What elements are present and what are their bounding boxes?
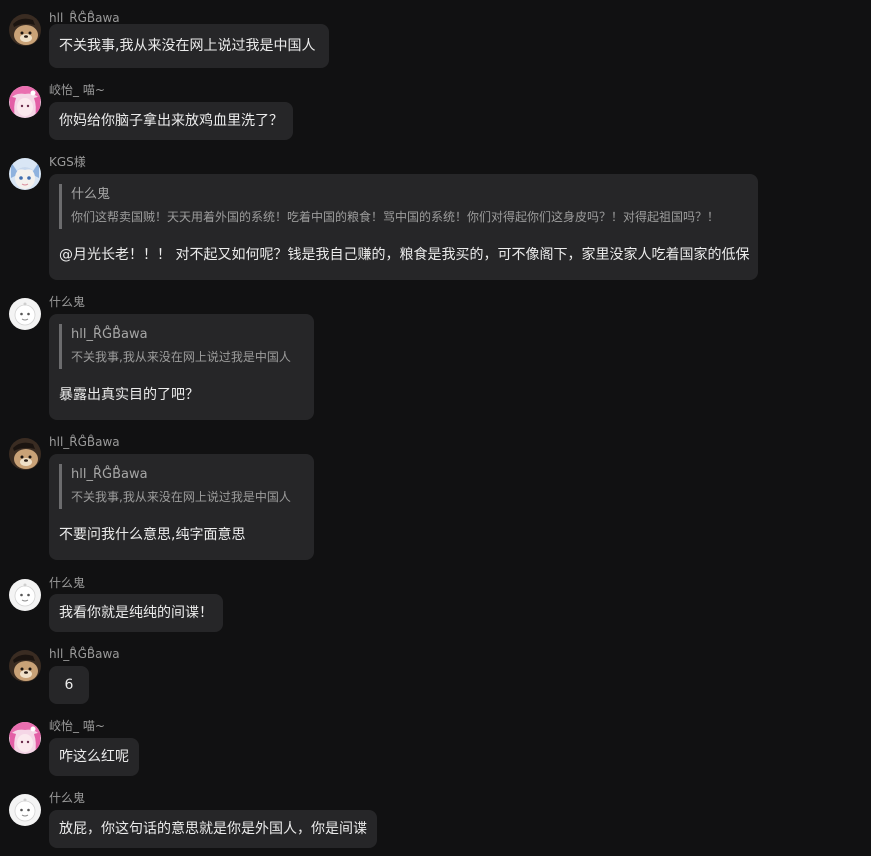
- message-text: 咋这么红呢: [59, 749, 129, 765]
- message-bubble[interactable]: 6: [49, 666, 89, 704]
- quoted-sender: hll_R̊G̊B̊awa: [71, 327, 148, 342]
- sender-name[interactable]: 什么鬼: [49, 576, 85, 590]
- avatar-kgs[interactable]: [9, 158, 41, 190]
- message-text: 不要问我什么意思,纯字面意思: [59, 527, 246, 543]
- avatar-hll[interactable]: [9, 14, 41, 46]
- message-text: 不关我事,我从来没在网上说过我是中国人: [59, 38, 316, 54]
- avatar-shenme[interactable]: [9, 298, 41, 330]
- avatar-shenme[interactable]: [9, 794, 41, 826]
- avatar-xiaoyi[interactable]: [9, 86, 41, 118]
- dog-avatar-icon: [9, 14, 41, 46]
- quoted-message[interactable]: 什么鬼 你们这帮卖国贼！天天用着外国的系统！吃着中国的粮食！骂中国的系统！你们对…: [59, 184, 748, 229]
- quoted-text: 不关我事,我从来没在网上说过我是中国人: [71, 490, 291, 504]
- avatar-shenme[interactable]: [9, 579, 41, 611]
- dog-avatar-icon: [9, 438, 41, 470]
- cartoon-face-avatar-icon: [9, 298, 41, 330]
- quoted-sender: hll_R̊G̊B̊awa: [71, 467, 148, 482]
- sender-name[interactable]: 峧怡_ 喵~: [49, 83, 105, 97]
- message-bubble-with-quote[interactable]: 什么鬼 你们这帮卖国贼！天天用着外国的系统！吃着中国的粮食！骂中国的系统！你们对…: [49, 174, 758, 280]
- sender-name[interactable]: hll_R̊G̊B̊awa: [49, 435, 120, 449]
- sender-name[interactable]: 峧怡_ 喵~: [49, 719, 105, 733]
- avatar-xiaoyi[interactable]: [9, 722, 41, 754]
- message-bubble[interactable]: 咋这么红呢: [49, 738, 139, 776]
- message-text: @月光长老！！！ 对不起又如何呢？钱是我自己赚的，粮食是我买的，可不像阁下，家里…: [59, 247, 750, 263]
- quoted-sender: 什么鬼: [71, 187, 111, 202]
- message-bubble[interactable]: 放屁，你这句话的意思就是你是外国人，你是间谍: [49, 810, 377, 848]
- quoted-text: 你们这帮卖国贼！天天用着外国的系统！吃着中国的粮食！骂中国的系统！你们对得起你们…: [71, 210, 720, 224]
- anime-girl-avatar-icon: [9, 86, 41, 118]
- avatar-hll[interactable]: [9, 438, 41, 470]
- quoted-message[interactable]: hll_R̊G̊B̊awa 不关我事,我从来没在网上说过我是中国人: [59, 324, 304, 369]
- sender-name[interactable]: hll_R̊G̊B̊awa: [49, 11, 120, 25]
- message-bubble-with-quote[interactable]: hll_R̊G̊B̊awa 不关我事,我从来没在网上说过我是中国人 不要问我什么…: [49, 454, 314, 560]
- cartoon-face-avatar-icon: [9, 794, 41, 826]
- sender-name[interactable]: hll_R̊G̊B̊awa: [49, 647, 120, 661]
- quoted-message[interactable]: hll_R̊G̊B̊awa 不关我事,我从来没在网上说过我是中国人: [59, 464, 304, 509]
- quoted-text: 不关我事,我从来没在网上说过我是中国人: [71, 350, 291, 364]
- sender-name[interactable]: KGS様: [49, 155, 86, 169]
- message-bubble-with-quote[interactable]: hll_R̊G̊B̊awa 不关我事,我从来没在网上说过我是中国人 暴露出真实目…: [49, 314, 314, 420]
- message-bubble[interactable]: 我看你就是纯纯的间谍！: [49, 594, 223, 632]
- anime-girl-avatar-icon: [9, 722, 41, 754]
- anime-character-avatar-icon: [9, 158, 41, 190]
- message-text: 暴露出真实目的了吧？: [59, 387, 199, 403]
- sender-name[interactable]: 什么鬼: [49, 295, 85, 309]
- message-bubble[interactable]: 你妈给你脑子拿出来放鸡血里洗了？: [49, 102, 293, 140]
- chat-message-list[interactable]: hll_R̊G̊B̊awa 不关我事,我从来没在网上说过我是中国人 峧怡_ 喵~…: [0, 0, 871, 856]
- sender-name[interactable]: 什么鬼: [49, 791, 85, 805]
- cartoon-face-avatar-icon: [9, 579, 41, 611]
- message-bubble[interactable]: 不关我事,我从来没在网上说过我是中国人: [49, 24, 329, 68]
- message-text: 放屁，你这句话的意思就是你是外国人，你是间谍: [59, 821, 367, 837]
- message-text: 我看你就是纯纯的间谍！: [59, 605, 213, 621]
- message-text: 6: [64, 677, 74, 693]
- avatar-hll[interactable]: [9, 650, 41, 682]
- message-text: 你妈给你脑子拿出来放鸡血里洗了？: [59, 113, 283, 129]
- dog-avatar-icon: [9, 650, 41, 682]
